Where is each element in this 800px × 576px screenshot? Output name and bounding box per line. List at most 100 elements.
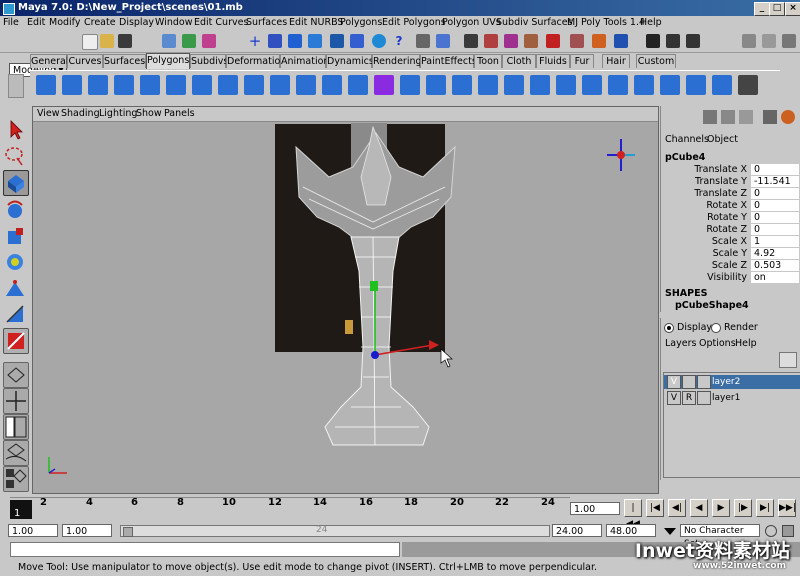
attribute-value[interactable]: on	[751, 272, 799, 283]
poly-cube-icon[interactable]	[62, 75, 82, 95]
snap-point-icon[interactable]	[504, 34, 518, 48]
menu-create[interactable]: Create	[84, 16, 116, 30]
view-cube-icon[interactable]	[601, 135, 641, 175]
shelf-tab-curves[interactable]: Curves	[67, 54, 103, 68]
play-forwards-button[interactable]: ▶	[712, 499, 730, 517]
step-forward-frame-button[interactable]: ▶|	[756, 499, 774, 517]
poly-cylinder-icon[interactable]	[88, 75, 108, 95]
menu-file[interactable]: File	[3, 16, 19, 30]
help-menu[interactable]: Help	[735, 338, 757, 349]
render-layer-icon[interactable]	[781, 110, 795, 124]
channels-menu[interactable]: Channels	[665, 134, 709, 145]
time-slider[interactable]: 1 2 4 6 8 10 12 14 16 18 20 22 24	[10, 497, 570, 519]
maximize-button[interactable]: □	[769, 2, 785, 16]
poly-pipe-icon[interactable]	[192, 75, 212, 95]
poly-plane-icon[interactable]	[140, 75, 160, 95]
shelf-tab-rendering[interactable]: Rendering	[372, 54, 422, 68]
show-channel-box-icon[interactable]	[782, 34, 796, 48]
attribute-value[interactable]: 4.92	[751, 248, 799, 259]
attribute-row-scale-y[interactable]: Scale Y 4.92	[661, 248, 799, 260]
command-line-input[interactable]	[10, 542, 400, 557]
open-scene-icon[interactable]	[100, 34, 114, 48]
uv-texture-editor-icon[interactable]	[738, 75, 758, 95]
layer-editor-icon[interactable]	[721, 110, 735, 124]
attribute-value[interactable]: -11.541	[751, 176, 799, 187]
plus-mask-icon[interactable]: +	[248, 34, 262, 49]
boolean-union-icon[interactable]	[348, 75, 368, 95]
select-component-icon[interactable]	[202, 34, 216, 48]
poly-sphere-icon[interactable]	[36, 75, 56, 95]
shelf-tab-toon[interactable]: Toon	[474, 54, 502, 68]
show-tool-settings-icon[interactable]	[762, 34, 776, 48]
cut-faces-icon[interactable]	[634, 75, 654, 95]
menu-help[interactable]: Help	[640, 16, 662, 30]
make-live-icon[interactable]	[546, 34, 560, 48]
display-radio[interactable]	[664, 323, 674, 333]
extrude-edge-icon[interactable]	[556, 75, 576, 95]
attribute-value[interactable]: 0	[751, 188, 799, 199]
universal-manipulator-icon[interactable]	[3, 250, 27, 274]
select-object-icon[interactable]	[182, 34, 196, 48]
soft-modification-icon[interactable]	[3, 276, 27, 300]
shelf-tab-subdivs[interactable]: Subdivs	[190, 54, 228, 68]
shelf-tab-hair[interactable]: Hair	[602, 54, 630, 68]
shelf-tab-custom[interactable]: Custom	[636, 54, 676, 68]
mirror-geometry-icon[interactable]	[426, 75, 446, 95]
curve-mask-icon[interactable]	[268, 34, 282, 48]
merge-vertices-icon[interactable]	[660, 75, 680, 95]
range-slider[interactable]: 24	[120, 525, 550, 537]
poly-helix-icon[interactable]	[218, 75, 238, 95]
lasso-tool-icon[interactable]	[3, 144, 27, 168]
boolean-difference-icon[interactable]	[374, 75, 394, 95]
shelf-tab-fur[interactable]: Fur	[570, 54, 594, 68]
scale-tool-icon[interactable]	[3, 224, 27, 248]
tool-settings-icon[interactable]	[739, 110, 753, 124]
single-perspective-layout-icon[interactable]	[3, 362, 29, 388]
snap-curve-icon[interactable]	[484, 34, 498, 48]
poly-torus-icon[interactable]	[166, 75, 186, 95]
new-scene-icon[interactable]	[82, 34, 98, 50]
attribute-row-rotate-y[interactable]: Rotate Y 0	[661, 212, 799, 224]
last-tool-icon[interactable]	[3, 328, 29, 354]
layer-visibility-toggle[interactable]: V	[667, 391, 681, 405]
menu-surfaces[interactable]: Surfaces	[246, 16, 287, 30]
layer-visibility-toggle[interactable]: V	[667, 375, 681, 389]
snap-grid-icon[interactable]	[464, 34, 478, 48]
rotate-tool-icon[interactable]	[3, 198, 27, 222]
menu-polygons[interactable]: Polygons	[340, 16, 382, 30]
attribute-value[interactable]: 0	[751, 224, 799, 235]
construction-history-icon[interactable]	[614, 34, 628, 48]
perspective-viewport[interactable]: View Shading Lighting Show Panels	[32, 106, 659, 494]
shelf-tab-cloth[interactable]: Cloth	[502, 54, 536, 68]
attribute-row-translate-y[interactable]: Translate Y -11.541	[661, 176, 799, 188]
render-radio[interactable]	[711, 323, 721, 333]
attribute-row-translate-x[interactable]: Translate X 0	[661, 164, 799, 176]
shelf-menu-icon[interactable]	[8, 74, 24, 98]
menu-mj-poly-tools[interactable]: MJ Poly Tools 1.4	[567, 16, 645, 30]
triangulate-icon[interactable]	[478, 75, 498, 95]
current-time-field[interactable]: 1.00	[570, 502, 620, 515]
shelf-tab-surfaces[interactable]: Surfaces	[103, 54, 146, 68]
append-polygon-icon[interactable]	[686, 75, 706, 95]
extrude-face-icon[interactable]	[530, 75, 550, 95]
select-hierarchy-icon[interactable]	[162, 34, 176, 48]
step-back-frame-button[interactable]: |◀	[646, 499, 664, 517]
layer-display-type-toggle[interactable]	[682, 375, 696, 389]
question-mask-icon[interactable]: ?	[392, 34, 406, 48]
render-globals-icon[interactable]	[686, 34, 700, 48]
split-polygon-icon[interactable]	[608, 75, 628, 95]
layer-color-swatch[interactable]	[697, 391, 711, 405]
combine-icon[interactable]	[296, 75, 316, 95]
shelf-tab-painteffects[interactable]: PaintEffects	[420, 54, 477, 68]
boolean-intersection-icon[interactable]	[400, 75, 420, 95]
menu-subdiv-surfaces[interactable]: Subdiv Surfaces	[496, 16, 573, 30]
four-view-layout-icon[interactable]	[3, 388, 29, 414]
show-attribute-editor-icon[interactable]	[742, 34, 756, 48]
menu-edit-curves[interactable]: Edit Curves	[194, 16, 248, 30]
step-back-key-button[interactable]: ◀|	[668, 499, 686, 517]
select-tool-icon[interactable]	[3, 118, 27, 142]
options-menu[interactable]: Options	[699, 338, 736, 349]
io-icon[interactable]	[592, 34, 606, 48]
create-layer-icon[interactable]	[779, 352, 797, 368]
layers-menu[interactable]: Layers	[665, 338, 696, 349]
